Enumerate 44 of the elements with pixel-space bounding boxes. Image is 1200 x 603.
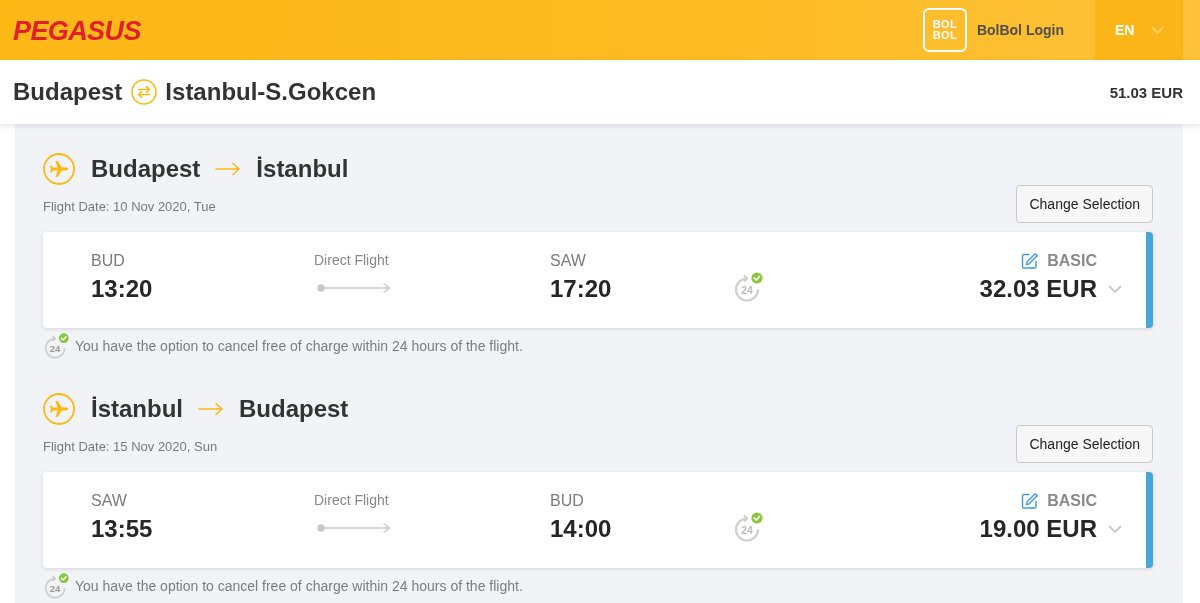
route-origin: Budapest [13, 78, 123, 106]
login-link[interactable]: BolBol Login [976, 22, 1064, 38]
edit-icon[interactable] [1021, 492, 1040, 510]
swap-icon [131, 79, 158, 105]
arrow-icon [198, 402, 224, 416]
route-arrow-icon [317, 523, 391, 533]
change-selection-button[interactable]: Change Selection [1016, 185, 1153, 223]
cancel-note: You have the option to cancel free of charge within 24 hours of the flight. [75, 338, 523, 354]
departure-time: 13:20 [91, 274, 153, 304]
logo-text: BOL [932, 30, 957, 41]
leg-destination: İstanbul [256, 155, 349, 183]
arrow-icon [215, 162, 242, 176]
leg-origin: İstanbul [91, 395, 183, 423]
arrival-time: 17:20 [550, 274, 612, 304]
leg-destination: Budapest [239, 395, 349, 423]
logo-text: BOL [932, 19, 957, 30]
plane-icon [43, 393, 75, 425]
departure-code: SAW [91, 491, 127, 511]
flight-date: Flight Date: 15 Nov 2020, Sun [43, 437, 218, 454]
arrival-code: SAW [550, 251, 586, 271]
fare-price: 32.03 EUR [979, 274, 1097, 304]
chevron-down-icon[interactable] [1108, 525, 1122, 533]
fare-name: BASIC [1047, 491, 1097, 511]
flight-card[interactable]: BUD 13:20 Direct Flight SAW 17:20 24 BASIC 32.03 EUR [43, 232, 1153, 328]
leg-origin: Budapest [91, 155, 201, 183]
change-selection-button[interactable]: Change Selection [1016, 425, 1153, 463]
route-arrow-icon [317, 283, 391, 293]
arrival-code: BUD [550, 491, 584, 511]
fare-price: 19.00 EUR [979, 514, 1097, 544]
plane-icon [43, 153, 75, 185]
flight-card[interactable]: SAW 13:55 Direct Flight BUD 14:00 24 BASIC 19.00 EUR [43, 472, 1153, 568]
departure-code: BUD [91, 251, 125, 271]
flight-date: Flight Date: 10 Nov 2020, Tue [43, 197, 216, 214]
cancel-note: You have the option to cancel free of charge within 24 hours of the flight. [75, 578, 523, 594]
edit-icon[interactable] [1021, 252, 1040, 270]
arrival-time: 14:00 [550, 514, 612, 544]
fare-name: BASIC [1047, 251, 1097, 271]
route-destination: Istanbul-S.Gokcen [165, 78, 377, 106]
flight-type: Direct Flight [314, 251, 389, 269]
total-price: 51.03 EUR [1109, 83, 1183, 101]
chevron-down-icon [1151, 26, 1165, 34]
flight-type: Direct Flight [314, 491, 389, 509]
departure-time: 13:55 [91, 514, 153, 544]
chevron-down-icon[interactable] [1108, 285, 1122, 293]
